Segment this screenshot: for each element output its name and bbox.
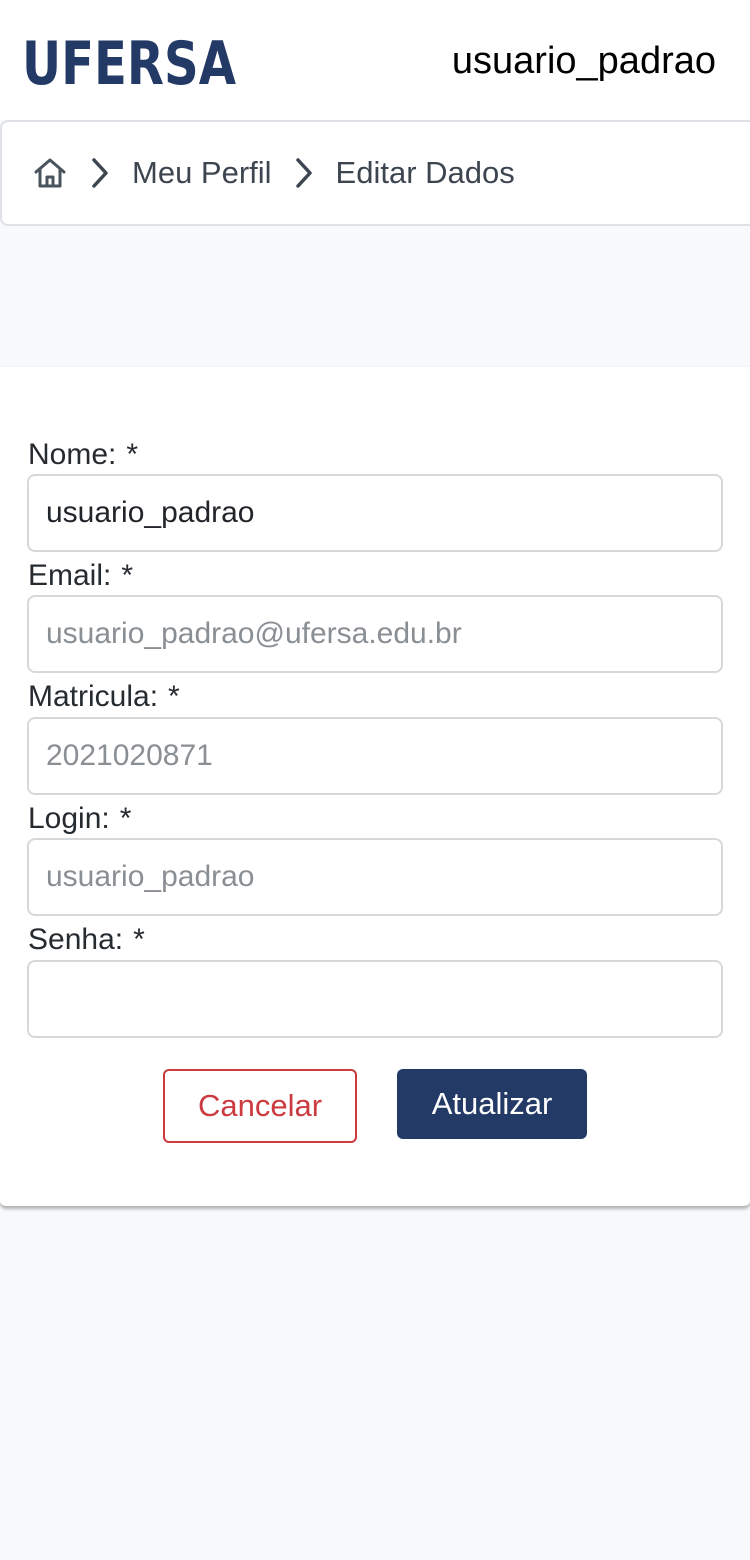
required-marker: * xyxy=(126,438,139,471)
required-marker: * xyxy=(168,680,180,713)
breadcrumb-item-meu-perfil[interactable]: Meu Perfil xyxy=(132,153,272,193)
app-header: UFERSA usuario_padrao xyxy=(0,0,750,120)
senha-label: Senha: * xyxy=(28,923,145,956)
breadcrumb: Meu Perfil Editar Dados xyxy=(0,120,750,226)
username-display[interactable]: usuario_padrao xyxy=(452,38,716,84)
senha-input[interactable] xyxy=(27,960,723,1038)
chevron-right-icon xyxy=(90,155,114,191)
ufersa-logo[interactable]: UFERSA xyxy=(22,32,238,90)
email-label: Email: * xyxy=(28,559,134,592)
required-marker: * xyxy=(119,802,132,835)
matricula-input[interactable] xyxy=(27,717,723,795)
update-button[interactable]: Atualizar xyxy=(397,1069,587,1139)
login-label: Login: * xyxy=(28,802,132,835)
required-marker: * xyxy=(121,559,134,592)
email-input[interactable] xyxy=(27,595,723,673)
chevron-right-icon xyxy=(294,155,318,191)
login-input[interactable] xyxy=(27,838,723,916)
cancel-button[interactable]: Cancelar xyxy=(163,1069,357,1143)
required-marker: * xyxy=(133,923,145,956)
edit-profile-form: Nome:* Email:* Matricula:* Login:* Senha… xyxy=(0,367,750,1207)
matricula-label: Matricula: * xyxy=(28,680,180,713)
nome-label: Nome: * xyxy=(28,438,139,471)
home-icon[interactable] xyxy=(32,155,68,191)
breadcrumb-item-editar-dados: Editar Dados xyxy=(335,155,515,190)
svg-text:UFERSA: UFERSA xyxy=(22,32,236,90)
nome-input[interactable] xyxy=(27,474,723,552)
